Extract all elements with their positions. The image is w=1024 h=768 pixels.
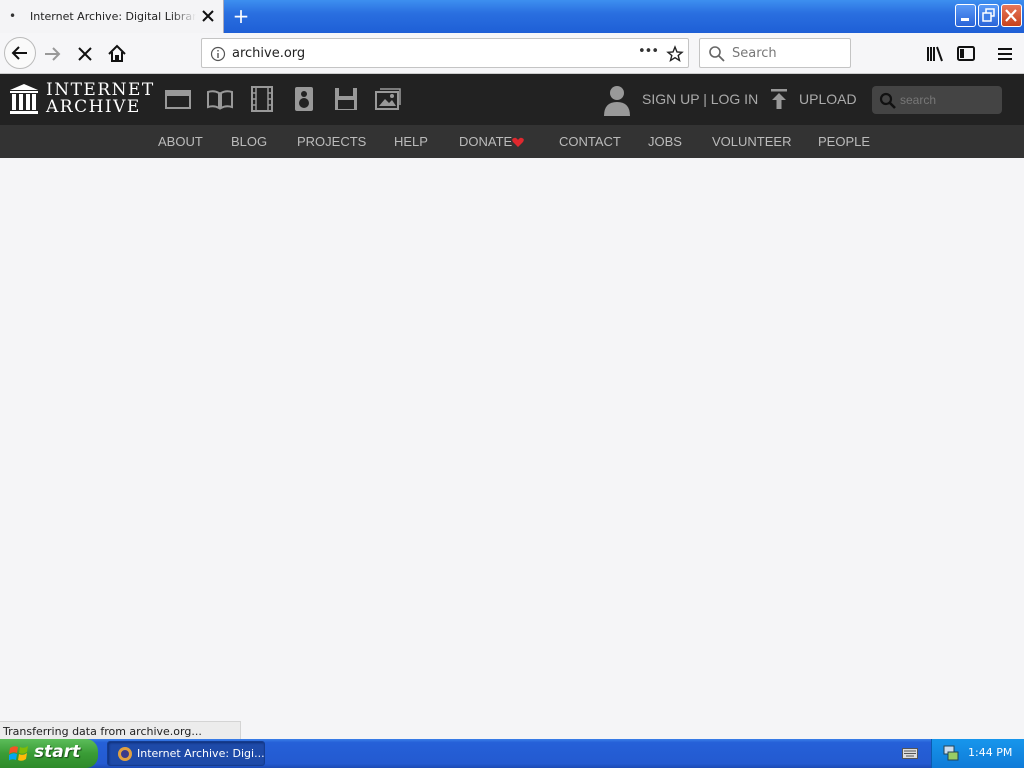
browser-app-icon xyxy=(118,747,132,761)
page-content-area xyxy=(0,158,1024,721)
tab-title: Internet Archive: Digital Library of xyxy=(30,10,196,23)
images-icon[interactable] xyxy=(375,86,401,112)
library-icon[interactable] xyxy=(920,39,950,69)
start-button[interactable]: start xyxy=(0,739,98,768)
home-icon[interactable] xyxy=(102,39,132,69)
ia-nav-bar: ABOUT BLOG PROJECTS HELP DONATE CONTACT … xyxy=(0,125,1024,158)
logo-line-archive[interactable]: ARCHIVE xyxy=(46,97,141,117)
nav-jobs[interactable]: JOBS xyxy=(648,134,682,149)
upload-link[interactable]: UPLOAD xyxy=(799,91,857,107)
windows-logo-icon xyxy=(9,746,28,761)
nav-help[interactable]: HELP xyxy=(394,134,428,149)
url-bar[interactable]: archive.org ••• xyxy=(201,38,689,68)
nav-blog[interactable]: BLOG xyxy=(231,134,267,149)
url-text[interactable]: archive.org xyxy=(232,46,305,61)
minimize-icon xyxy=(961,18,969,21)
tab-loading-indicator: • xyxy=(9,9,17,23)
forward-button[interactable] xyxy=(39,39,69,69)
arrow-left-icon xyxy=(11,46,27,60)
window-minimize-button[interactable] xyxy=(955,4,976,27)
web-icon[interactable] xyxy=(165,86,191,112)
restore-icon xyxy=(982,8,995,22)
nav-about[interactable]: ABOUT xyxy=(158,134,203,149)
window-close-button[interactable] xyxy=(1001,4,1022,27)
donate-heart-icon[interactable] xyxy=(512,137,524,148)
software-floppy-icon[interactable] xyxy=(333,86,359,112)
close-icon xyxy=(1005,9,1017,22)
system-tray: 1:44 PM xyxy=(931,739,1024,768)
video-film-icon[interactable] xyxy=(249,86,275,112)
info-icon[interactable] xyxy=(210,46,226,62)
browser-search-bar[interactable]: Search xyxy=(699,38,851,68)
stop-loading-icon[interactable] xyxy=(70,39,100,69)
network-icon[interactable] xyxy=(942,744,960,762)
nav-contact[interactable]: CONTACT xyxy=(559,134,621,149)
ia-search-icon xyxy=(879,92,896,109)
nav-projects[interactable]: PROJECTS xyxy=(297,134,366,149)
page-actions-menu[interactable]: ••• xyxy=(638,44,659,59)
clock[interactable]: 1:44 PM xyxy=(968,746,1012,759)
hamburger-menu-icon[interactable] xyxy=(990,39,1020,69)
search-icon xyxy=(709,46,725,62)
nav-volunteer[interactable]: VOLUNTEER xyxy=(712,134,791,149)
ia-top-bar: INTERNET ARCHIVE SIGN UP | LOG IN UPLOAD xyxy=(0,74,1024,125)
texts-book-icon[interactable] xyxy=(207,86,233,112)
back-button[interactable] xyxy=(4,37,36,69)
bookmark-star-icon[interactable] xyxy=(666,45,684,63)
new-tab-button[interactable]: + xyxy=(231,5,251,27)
browser-title-bar: • Internet Archive: Digital Library of + xyxy=(0,0,1024,33)
taskbar-item-label: Internet Archive: Digi... xyxy=(137,747,265,760)
nav-donate[interactable]: DONATE xyxy=(459,134,512,149)
search-placeholder: Search xyxy=(732,46,777,61)
upload-icon[interactable] xyxy=(769,88,789,110)
nav-people[interactable]: PEOPLE xyxy=(818,134,870,149)
signup-login-link[interactable]: SIGN UP | LOG IN xyxy=(642,91,758,107)
ia-temple-logo-icon[interactable] xyxy=(10,84,38,114)
windows-taskbar: start Internet Archive: Digi... 1:44 PM xyxy=(0,739,1024,768)
browser-tab[interactable]: • Internet Archive: Digital Library of xyxy=(0,0,224,33)
taskbar-item-browser[interactable]: Internet Archive: Digi... xyxy=(107,741,265,766)
browser-toolbar: archive.org ••• Search xyxy=(0,33,1024,74)
status-bar: Transferring data from archive.org... xyxy=(0,721,241,739)
keyboard-icon[interactable] xyxy=(902,746,918,760)
sidebar-icon[interactable] xyxy=(951,39,981,69)
ia-search-input[interactable] xyxy=(900,91,996,109)
user-avatar-icon[interactable] xyxy=(603,84,631,116)
tab-close-icon[interactable] xyxy=(199,6,217,26)
audio-speaker-icon[interactable] xyxy=(291,86,317,112)
start-label: start xyxy=(34,742,81,762)
window-restore-button[interactable] xyxy=(978,4,999,27)
ia-search-box[interactable] xyxy=(872,86,1002,114)
